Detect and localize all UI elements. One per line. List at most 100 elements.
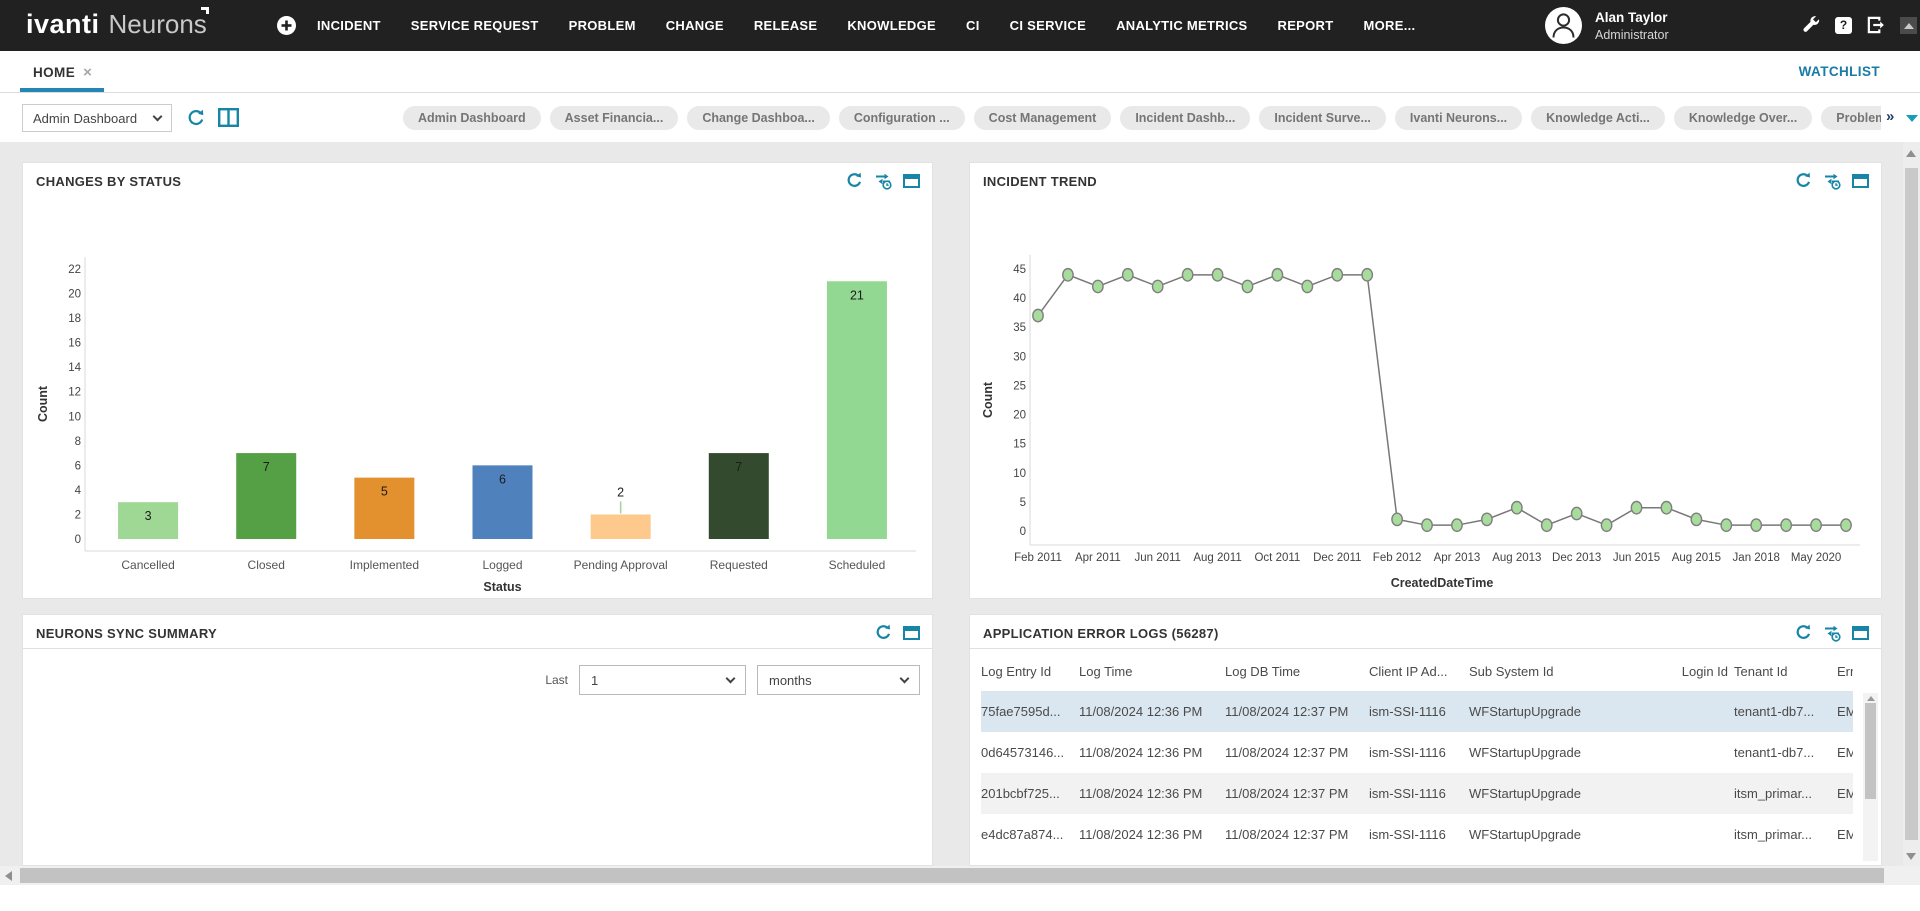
- dashboard-chip-configuration[interactable]: Configuration ...: [839, 106, 965, 130]
- scroll-up-arrow[interactable]: [1900, 17, 1917, 34]
- maximize-icon[interactable]: [1852, 626, 1869, 640]
- changes-by-status-bar-chart[interactable]: 0246810121416182022Count3Cancelled7Close…: [31, 199, 924, 602]
- chips-caret-icon[interactable]: [1906, 115, 1918, 122]
- table-row[interactable]: e4dc87a874...11/08/2024 12:36 PM11/08/20…: [981, 814, 1853, 855]
- nav-item-change[interactable]: CHANGE: [666, 18, 724, 33]
- scroll-up-arrow[interactable]: [1867, 696, 1875, 701]
- svg-text:May 2020: May 2020: [1791, 552, 1842, 564]
- column-header-sub-system-id[interactable]: Sub System Id: [1469, 664, 1629, 679]
- refresh-icon[interactable]: [874, 623, 893, 642]
- scroll-left-arrow[interactable]: [5, 871, 12, 881]
- nav-item-ci[interactable]: CI: [966, 18, 980, 33]
- refresh-icon[interactable]: [1794, 171, 1813, 190]
- dashboard-chip-knowledge-acti[interactable]: Knowledge Acti...: [1531, 106, 1665, 130]
- chips-overflow-button[interactable]: »: [1886, 109, 1894, 125]
- user-menu[interactable]: Alan Taylor Administrator: [1545, 7, 1669, 44]
- panel-changes-by-status: CHANGES BY STATUS 0246810121416182022Cou…: [22, 162, 933, 599]
- page-vertical-scrollbar[interactable]: [1903, 142, 1920, 866]
- svg-text:Aug 2013: Aug 2013: [1492, 552, 1541, 564]
- refresh-icon[interactable]: [845, 171, 864, 190]
- tab-bar: HOME × WATCHLIST: [0, 51, 1920, 93]
- schedule-icon[interactable]: [1823, 171, 1842, 190]
- column-header-error[interactable]: Error: [1837, 664, 1853, 679]
- dashboard-chip-incident-surve[interactable]: Incident Surve...: [1259, 106, 1386, 130]
- refresh-icon[interactable]: [1794, 623, 1813, 642]
- nav-item-more[interactable]: MORE...: [1364, 18, 1416, 33]
- svg-text:18: 18: [68, 313, 81, 325]
- dashboard-select[interactable]: Admin Dashboard: [22, 104, 172, 132]
- svg-text:30: 30: [1013, 351, 1026, 363]
- unit-select[interactable]: months: [757, 665, 920, 695]
- svg-text:6: 6: [75, 460, 81, 472]
- dashboard-chip-list: Admin Dashboard Asset Financia... Change D…: [403, 104, 1881, 132]
- page-horizontal-scrollbar[interactable]: [0, 866, 1903, 885]
- column-header-log-entry-id[interactable]: Log Entry Id: [981, 664, 1079, 679]
- last-value-select[interactable]: 1: [579, 665, 746, 695]
- nav-item-report[interactable]: REPORT: [1278, 18, 1334, 33]
- svg-text:Scheduled: Scheduled: [829, 558, 886, 572]
- column-header-login-id[interactable]: Login Id: [1629, 664, 1734, 679]
- scroll-up-arrow[interactable]: [1906, 150, 1916, 157]
- wrench-icon[interactable]: [1800, 14, 1822, 36]
- maximize-icon[interactable]: [903, 174, 920, 188]
- dashboard-chip-admin-dashboard[interactable]: Admin Dashboard: [403, 106, 541, 130]
- scroll-down-arrow[interactable]: [1906, 853, 1916, 860]
- nav-item-release[interactable]: RELEASE: [754, 18, 818, 33]
- user-info: Alan Taylor Administrator: [1595, 10, 1669, 42]
- dashboard-chip-change-dashboa[interactable]: Change Dashboa...: [687, 106, 830, 130]
- nav-item-knowledge[interactable]: KNOWLEDGE: [847, 18, 936, 33]
- column-header-tenant-id[interactable]: Tenant Id: [1734, 664, 1837, 679]
- column-header-log-time[interactable]: Log Time: [1079, 664, 1225, 679]
- svg-text:5: 5: [1020, 497, 1026, 509]
- table-cell: EM: [1837, 786, 1853, 801]
- column-header-client-ip-ad[interactable]: Client IP Ad...: [1369, 664, 1469, 679]
- table-vertical-scrollbar[interactable]: [1863, 693, 1878, 861]
- last-label: Last: [545, 673, 568, 687]
- table-row[interactable]: 201bcbf725...11/08/2024 12:36 PM11/08/20…: [981, 773, 1853, 814]
- panel-header: NEURONS SYNC SUMMARY: [23, 615, 932, 649]
- refresh-icon[interactable]: [186, 108, 206, 128]
- nav-item-ci-service[interactable]: CI SERVICE: [1010, 18, 1086, 33]
- nav-item-analytic-metrics[interactable]: ANALYTIC METRICS: [1116, 18, 1247, 33]
- nav-item-problem[interactable]: PROBLEM: [569, 18, 636, 33]
- table-row[interactable]: 0d64573146...11/08/2024 12:36 PM11/08/20…: [981, 732, 1853, 773]
- dashboard-chip-knowledge-over[interactable]: Knowledge Over...: [1674, 106, 1812, 130]
- schedule-icon[interactable]: [874, 171, 893, 190]
- columns-icon[interactable]: [218, 108, 239, 127]
- dashboard-chip-ivanti-neurons[interactable]: Ivanti Neurons...: [1395, 106, 1522, 130]
- tab-home[interactable]: HOME ×: [20, 56, 104, 92]
- tab-close-icon[interactable]: ×: [83, 68, 92, 78]
- schedule-icon[interactable]: [1823, 623, 1842, 642]
- sync-filter-row: Last 1 months: [545, 665, 920, 695]
- dashboard-chip-problem-dashbo[interactable]: Problem Dashbo...: [1821, 106, 1881, 130]
- table-cell: ism-SSI-1116: [1369, 745, 1469, 760]
- dashboard-select-value: Admin Dashboard: [33, 111, 137, 126]
- table-cell: 11/08/2024 12:37 PM: [1225, 786, 1369, 801]
- unit-value: months: [769, 673, 812, 688]
- table-cell: e4dc87a874...: [981, 827, 1079, 842]
- dashboard-chip-incident-dashb[interactable]: Incident Dashb...: [1120, 106, 1250, 130]
- scrollbar-thumb[interactable]: [20, 868, 1884, 883]
- incident-trend-line-chart[interactable]: 051015202530354045CountFeb 2011Apr 2011J…: [978, 199, 1873, 602]
- logout-icon[interactable]: [1865, 14, 1887, 36]
- maximize-icon[interactable]: [903, 626, 920, 640]
- table-row[interactable]: 75fae7595d...11/08/2024 12:36 PM11/08/20…: [981, 691, 1853, 732]
- watchlist-link[interactable]: WATCHLIST: [1799, 64, 1880, 79]
- plus-circle-icon[interactable]: [276, 15, 297, 36]
- maximize-icon[interactable]: [1852, 174, 1869, 188]
- dashboard-chip-cost-management[interactable]: Cost Management: [974, 106, 1112, 130]
- svg-text:12: 12: [68, 387, 81, 399]
- column-header-log-db-time[interactable]: Log DB Time: [1225, 664, 1369, 679]
- nav-item-incident[interactable]: INCIDENT: [317, 18, 381, 33]
- ivanti-neurons-app: ivanti Neurons INCIDENTSERVICE REQUESTPR…: [0, 0, 1920, 911]
- scrollbar-thumb[interactable]: [1865, 703, 1876, 799]
- svg-text:7: 7: [263, 460, 270, 474]
- nav-item-service-request[interactable]: SERVICE REQUEST: [411, 18, 539, 33]
- table-cell: itsm_primar...: [1734, 827, 1837, 842]
- svg-text:35: 35: [1013, 322, 1026, 334]
- svg-text:Cancelled: Cancelled: [121, 558, 174, 572]
- svg-text:Status: Status: [483, 580, 521, 594]
- scrollbar-thumb[interactable]: [1905, 168, 1918, 840]
- dashboard-chip-asset-financia[interactable]: Asset Financia...: [550, 106, 679, 130]
- help-icon[interactable]: ?: [1835, 17, 1852, 34]
